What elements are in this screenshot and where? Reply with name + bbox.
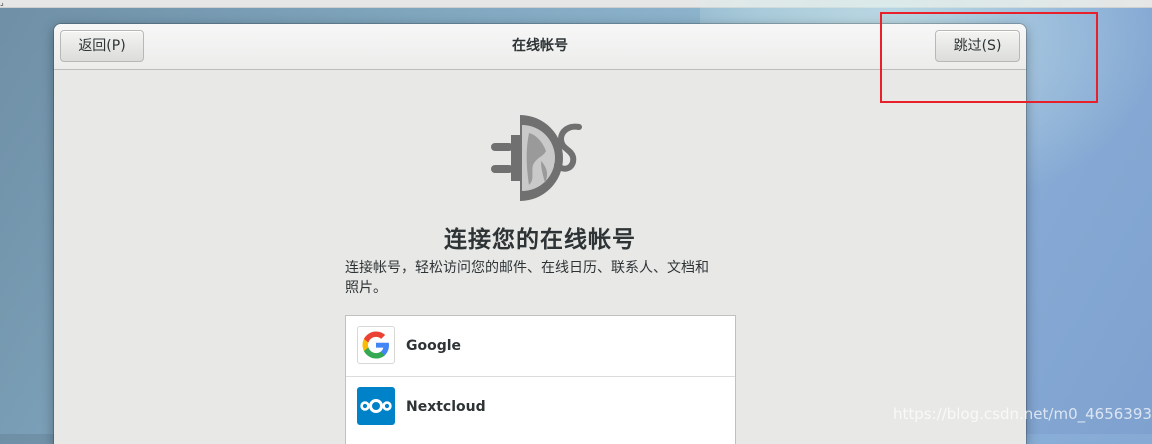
- provider-list: Google Nextcloud: [345, 315, 736, 444]
- watermark-text: https://blog.csdn.net/m0_46563938: [893, 405, 1152, 423]
- page-content: 连接您的在线帐号 连接帐号，轻松访问您的邮件、在线日历、联系人、文档和 照片。 …: [54, 70, 1026, 444]
- provider-row-google[interactable]: Google: [346, 316, 735, 376]
- google-icon: [357, 326, 395, 364]
- page-description: 连接帐号，轻松访问您的邮件、在线日历、联系人、文档和 照片。: [345, 258, 745, 298]
- provider-row-nextcloud[interactable]: Nextcloud: [346, 376, 735, 437]
- description-line-2: 照片。: [345, 280, 387, 296]
- provider-label-nextcloud: Nextcloud: [406, 399, 486, 415]
- annotation-highlight-box: [880, 12, 1098, 103]
- corner-glyph: ⌟: [0, 0, 4, 7]
- page-heading: 连接您的在线帐号: [444, 227, 636, 253]
- online-accounts-plug-icon: [491, 115, 582, 201]
- provider-label-google: Google: [406, 338, 462, 354]
- nextcloud-icon: [357, 387, 395, 425]
- description-line-1: 连接帐号，轻松访问您的邮件、在线日历、联系人、文档和: [345, 260, 709, 276]
